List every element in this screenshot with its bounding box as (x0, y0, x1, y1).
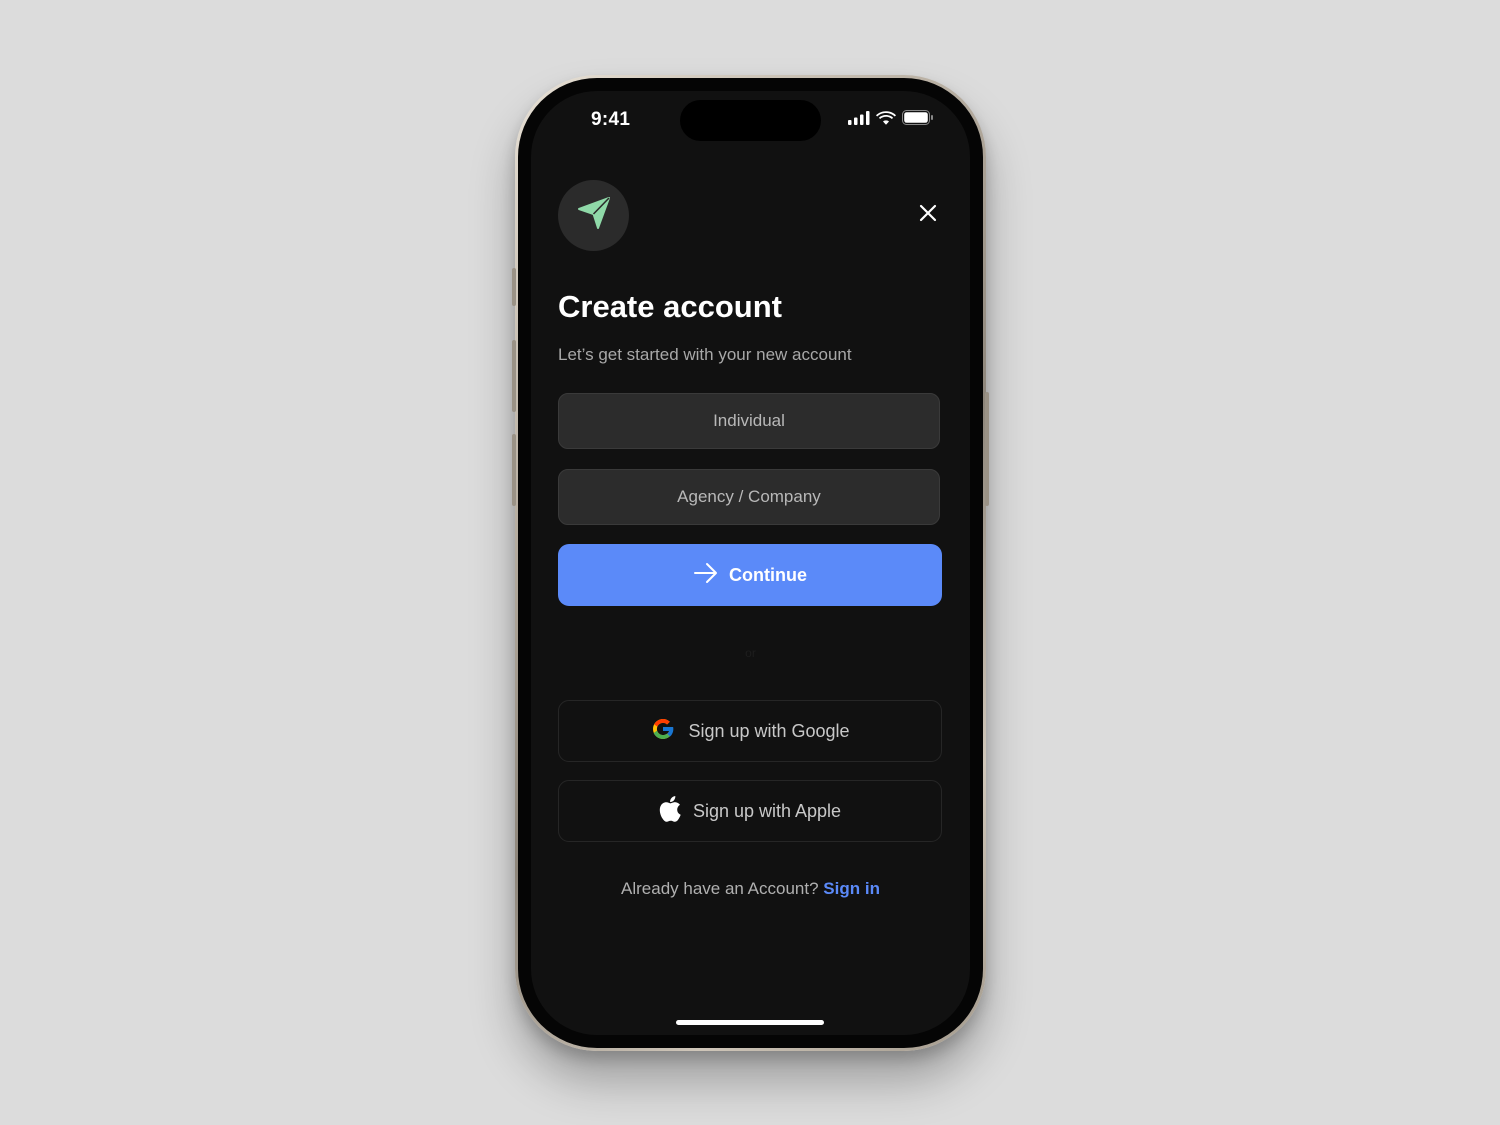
option-individual-button[interactable]: Individual (558, 393, 940, 449)
battery-icon (902, 110, 934, 130)
home-indicator[interactable] (676, 1020, 824, 1025)
google-signup-button[interactable]: Sign up with Google (558, 700, 942, 762)
option-agency-company-button[interactable]: Agency / Company (558, 469, 940, 525)
continue-button[interactable]: Continue (558, 544, 942, 606)
app-logo (558, 180, 629, 251)
action-button (512, 268, 516, 306)
close-icon (919, 204, 937, 227)
signin-link[interactable]: Sign in (823, 879, 880, 898)
apple-signup-button[interactable]: Sign up with Apple (558, 780, 942, 842)
page-title: Create account (558, 289, 782, 324)
close-button[interactable] (916, 203, 940, 227)
phone-screen: 9:41 Create account Let’s get started wi… (531, 91, 970, 1035)
google-signup-label: Sign up with Google (688, 720, 850, 741)
power-button (985, 392, 989, 506)
wifi-icon (876, 110, 896, 130)
status-time: 9:41 (591, 109, 631, 130)
canvas-background: 9:41 Create account Let’s get started wi… (0, 0, 1500, 1125)
apple-signup-label: Sign up with Apple (692, 800, 842, 821)
signin-row: Already have an Account? Sign in (531, 879, 970, 899)
continue-label: Continue (729, 564, 807, 585)
page-subtitle: Let’s get started with your new account (558, 345, 852, 364)
cellular-signal-icon (848, 110, 870, 130)
arrow-right-icon (693, 562, 719, 589)
status-icons (848, 110, 934, 130)
dynamic-island (680, 100, 821, 141)
or-divider: or (745, 646, 756, 660)
volume-up-button (512, 340, 516, 412)
paper-plane-icon (576, 195, 612, 236)
google-icon (650, 716, 676, 747)
apple-icon (659, 795, 681, 827)
signin-prompt: Already have an Account? (621, 879, 819, 898)
volume-down-button (512, 434, 516, 506)
